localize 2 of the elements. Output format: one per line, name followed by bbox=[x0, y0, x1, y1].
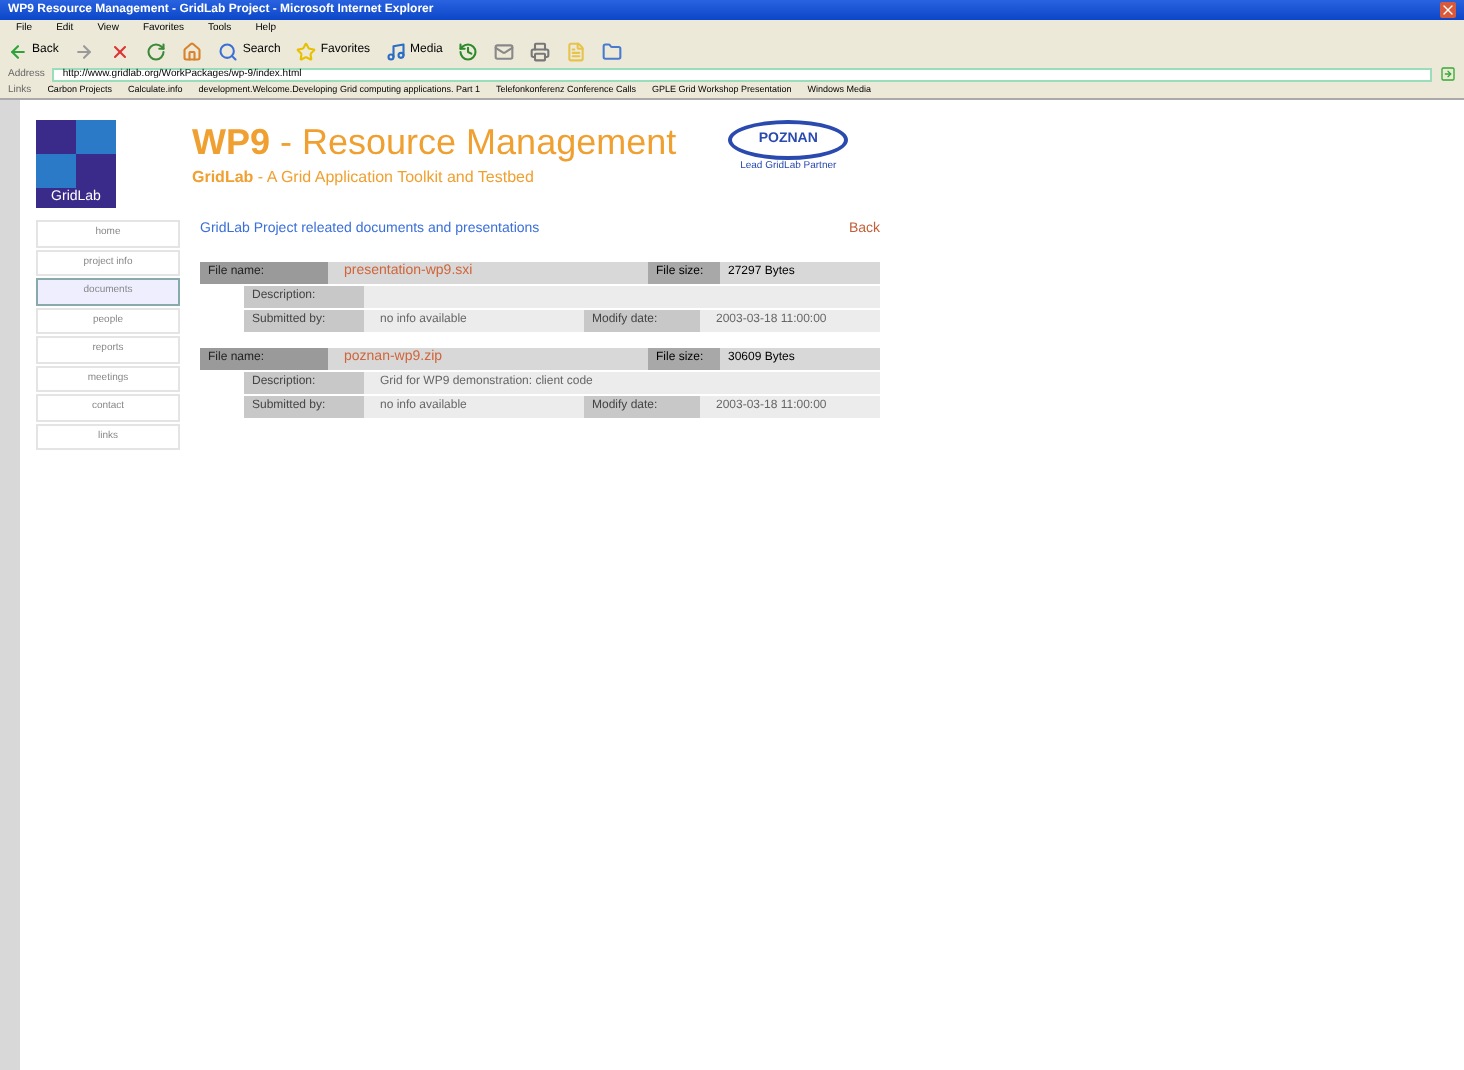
page-title: WP9 - Resource Management bbox=[192, 120, 677, 165]
page-subtitle: GridLab - A Grid Application Toolkit and Testbed bbox=[192, 165, 536, 189]
